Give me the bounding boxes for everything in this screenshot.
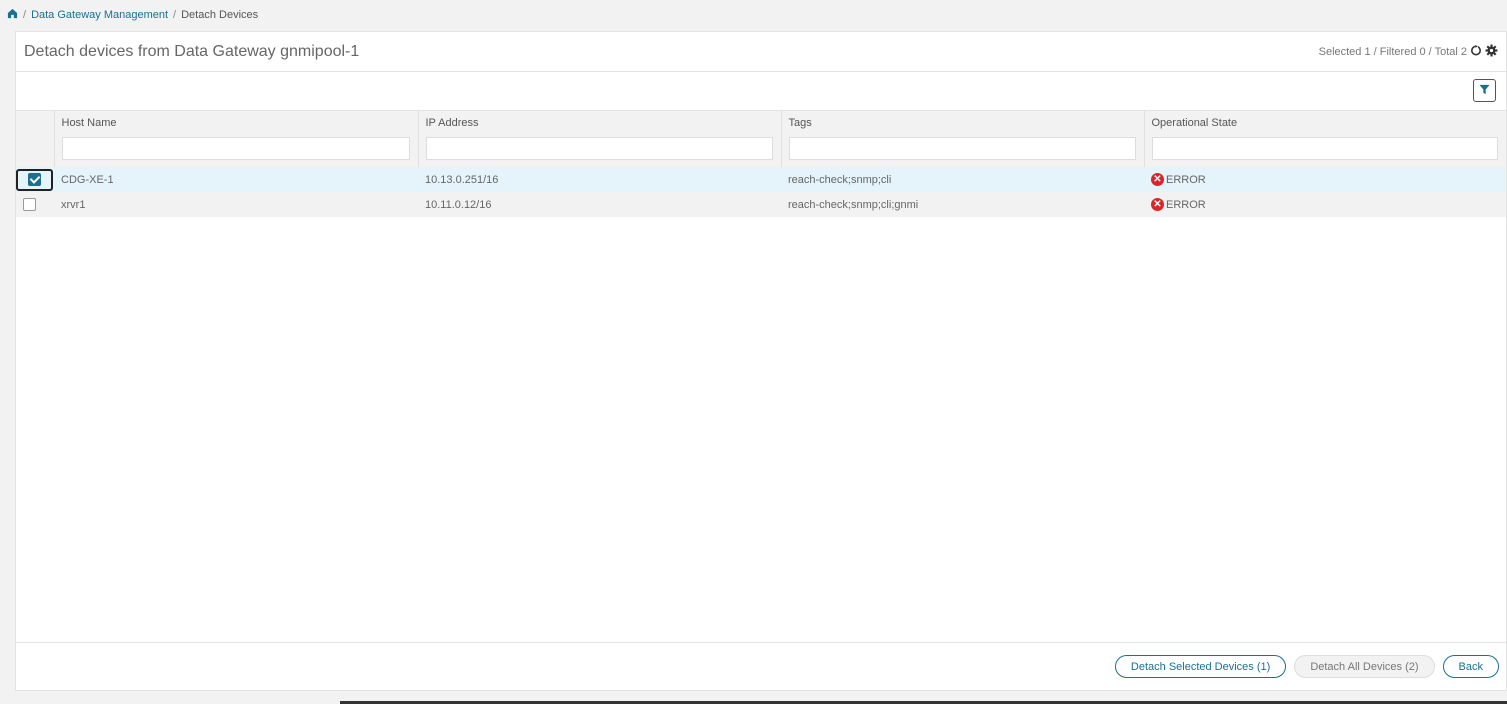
gear-icon[interactable] xyxy=(1485,44,1498,60)
home-icon[interactable] xyxy=(7,8,18,22)
tags-cell: reach-check;snmp;cli xyxy=(781,167,1144,192)
host-name-cell: xrvr1 xyxy=(54,192,418,217)
detach-selected-devices-button[interactable]: Detach Selected Devices (1) xyxy=(1114,655,1287,678)
breadcrumb: / Data Gateway Management / Detach Devic… xyxy=(7,8,258,22)
row-checkbox[interactable] xyxy=(23,198,36,211)
error-icon: ✕ xyxy=(1151,198,1164,212)
select-column-header xyxy=(16,111,55,167)
column-operational-state[interactable]: Operational State xyxy=(1144,111,1506,167)
operational-state-cell: ERROR xyxy=(1166,198,1206,211)
ip-address-cell: 10.13.0.251/16 xyxy=(418,167,781,192)
column-label: Operational State xyxy=(1151,117,1238,129)
column-label: IP Address xyxy=(425,117,479,129)
breadcrumb-data-gateway-management[interactable]: Data Gateway Management xyxy=(31,9,168,21)
host-name-filter-input[interactable] xyxy=(61,137,410,160)
devices-table: Host Name IP Address Tags Operational St… xyxy=(16,111,1506,217)
error-icon: ✕ xyxy=(1151,173,1164,187)
breadcrumb-separator: / xyxy=(173,9,177,21)
column-label: Host Name xyxy=(61,117,117,129)
filter-icon xyxy=(1479,84,1490,98)
operational-state-cell: ERROR xyxy=(1166,173,1206,186)
ip-address-cell: 10.11.0.12/16 xyxy=(418,192,781,217)
refresh-icon[interactable] xyxy=(1470,44,1482,59)
back-button[interactable]: Back xyxy=(1442,655,1499,678)
tags-cell: reach-check;snmp;cli;gnmi xyxy=(781,192,1144,217)
tags-filter-input[interactable] xyxy=(788,137,1136,160)
page-title: Detach devices from Data Gateway gnmipoo… xyxy=(24,42,360,60)
operational-state-filter-input[interactable] xyxy=(1151,137,1498,160)
detach-all-devices-button[interactable]: Detach All Devices (2) xyxy=(1294,655,1435,678)
ip-address-filter-input[interactable] xyxy=(425,137,773,160)
column-label: Tags xyxy=(788,117,812,129)
filter-button[interactable] xyxy=(1473,79,1496,102)
table-row[interactable]: CDG-XE-1 10.13.0.251/16 reach-check;snmp… xyxy=(16,167,1506,192)
breadcrumb-separator: / xyxy=(23,9,27,21)
host-name-cell: CDG-XE-1 xyxy=(54,167,418,192)
detach-devices-panel: Detach devices from Data Gateway gnmipoo… xyxy=(15,31,1507,691)
column-host-name[interactable]: Host Name xyxy=(54,111,419,167)
selection-counts: Selected 1 / Filtered 0 / Total 2 xyxy=(1318,45,1467,58)
table-row[interactable]: xrvr1 10.11.0.12/16 reach-check;snmp;cli… xyxy=(16,192,1506,217)
row-checkbox[interactable] xyxy=(28,173,41,186)
breadcrumb-current: Detach Devices xyxy=(181,9,259,21)
column-ip-address[interactable]: IP Address xyxy=(418,111,782,167)
column-tags[interactable]: Tags xyxy=(781,111,1145,167)
